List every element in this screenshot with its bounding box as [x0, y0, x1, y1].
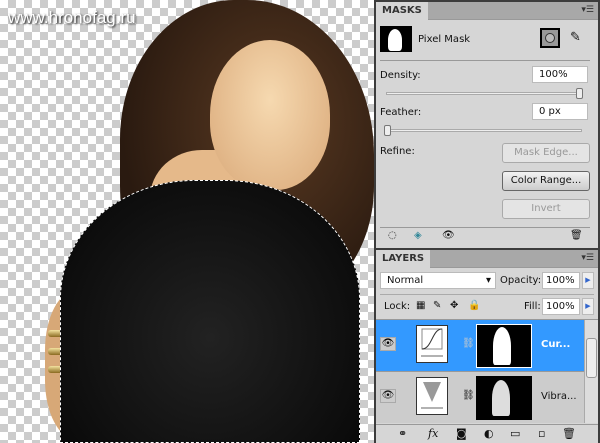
layer-row-curves[interactable]: 👁 ⛓ Cur... — [376, 320, 584, 372]
feather-slider-knob[interactable] — [384, 125, 391, 136]
lock-transparency-icon[interactable]: ▦ — [416, 300, 425, 311]
layers-scrollbar[interactable] — [584, 320, 598, 423]
density-label: Density: — [380, 70, 421, 81]
visibility-eye-icon[interactable]: 👁 — [380, 337, 396, 351]
divider — [380, 227, 590, 228]
curves-adjustment-icon — [416, 325, 448, 363]
layer-mask-thumbnail[interactable] — [476, 376, 532, 420]
load-selection-icon[interactable]: ◌ — [388, 230, 397, 241]
chevron-down-icon: ▾ — [485, 275, 491, 286]
lock-label: Lock: — [384, 301, 411, 312]
feather-label: Feather: — [380, 107, 422, 118]
feather-slider[interactable] — [384, 129, 582, 132]
vector-mask-icon[interactable]: ✎ — [570, 30, 581, 45]
vibrance-adjustment-icon — [416, 377, 448, 415]
lock-pixels-icon[interactable]: ✎ — [433, 300, 441, 311]
link-icon[interactable]: ⛓ — [462, 338, 475, 349]
layers-list: 👁 ⛓ Cur... 👁 ⛓ Vibra... — [376, 319, 598, 423]
adjustment-layer-icon[interactable]: ◐ — [484, 426, 494, 441]
blend-mode-select[interactable]: Normal ▾ — [380, 272, 496, 289]
invert-button[interactable]: Invert — [502, 199, 590, 219]
folder-icon[interactable]: ▭ — [510, 426, 520, 441]
panels: MASKS ▾☰ Pixel Mask ✎ Density: 100% Feath… — [374, 0, 600, 443]
photo-dress — [60, 180, 360, 443]
tab-layers[interactable]: LAYERS — [376, 250, 431, 268]
panel-menu-icon[interactable]: ▾☰ — [581, 5, 594, 15]
divider — [380, 60, 590, 61]
tab-masks[interactable]: MASKS — [376, 2, 428, 20]
density-slider[interactable] — [386, 92, 582, 95]
color-range-button[interactable]: Color Range... — [502, 171, 590, 191]
link-icon[interactable]: ⛓ — [462, 390, 475, 401]
opacity-arrow-button[interactable]: ▶ — [582, 272, 594, 289]
watermark: www.hronofag.ru — [8, 8, 136, 27]
fx-icon[interactable]: fx — [428, 426, 438, 441]
density-slider-knob[interactable] — [576, 88, 583, 99]
eye-icon[interactable]: 👁 — [442, 230, 455, 241]
refine-label: Refine: — [380, 146, 415, 157]
fill-input[interactable]: 100% — [542, 298, 580, 315]
layer-row-vibrance[interactable]: 👁 ⛓ Vibra... — [376, 372, 584, 423]
lock-position-icon[interactable]: ✥ — [450, 300, 458, 311]
masks-panel: MASKS ▾☰ Pixel Mask ✎ Density: 100% Feath… — [376, 2, 598, 248]
mask-type-label: Pixel Mask — [418, 34, 471, 45]
mask-edge-button[interactable]: Mask Edge... — [502, 143, 590, 163]
mask-thumbnail — [380, 26, 412, 52]
opacity-label: Opacity: — [500, 275, 542, 286]
pixel-mask-button[interactable] — [540, 28, 560, 48]
visibility-eye-icon[interactable]: 👁 — [380, 389, 396, 403]
layer-mask-thumbnail[interactable] — [476, 324, 532, 368]
layers-footer: ⚭ fx ◙ ◐ ▭ ▫ 🗑 — [376, 424, 598, 443]
layer-name[interactable]: Vibra... — [541, 391, 577, 402]
density-input[interactable]: 100% — [532, 66, 588, 83]
opacity-input[interactable]: 100% — [542, 272, 580, 289]
layer-name[interactable]: Cur... — [541, 339, 570, 350]
fill-label: Fill: — [524, 301, 541, 312]
document-canvas[interactable]: www.hronofag.ru — [0, 0, 374, 443]
divider — [380, 294, 594, 295]
lock-all-icon[interactable]: 🔒 — [468, 300, 480, 311]
trash-icon[interactable]: 🗑 — [570, 230, 583, 241]
fill-arrow-button[interactable]: ▶ — [582, 298, 594, 315]
new-layer-icon[interactable]: ▫ — [538, 426, 545, 441]
link-layers-icon[interactable]: ⚭ — [398, 426, 407, 441]
layers-panel: LAYERS ▾☰ Normal ▾ Opacity: 100% ▶ Lock: ▦… — [376, 250, 598, 443]
feather-input[interactable]: 0 px — [532, 103, 588, 120]
blend-mode-value: Normal — [387, 275, 424, 286]
add-mask-icon[interactable]: ◙ — [456, 426, 467, 441]
trash-icon[interactable]: 🗑 — [562, 426, 576, 441]
photo-face — [210, 40, 330, 190]
apply-mask-icon[interactable]: ◈ — [414, 230, 422, 241]
panel-menu-icon[interactable]: ▾☰ — [581, 253, 594, 263]
